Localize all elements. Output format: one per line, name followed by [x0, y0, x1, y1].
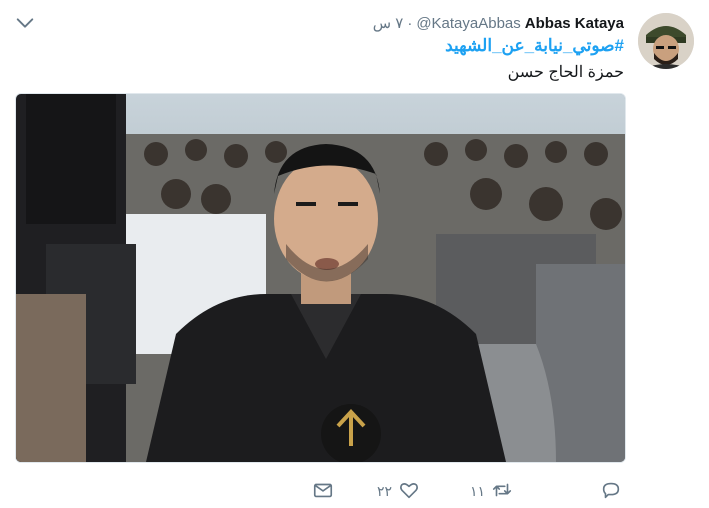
envelope-icon — [312, 479, 334, 504]
tweet-time[interactable]: ٧ س — [373, 14, 404, 32]
retweet-button[interactable]: ١١ — [470, 476, 513, 506]
dot-separator: · — [407, 14, 413, 32]
author-name[interactable]: Abbas Kataya — [525, 15, 624, 32]
hashtag-link[interactable]: #صوتي_نيابة_عن_الشهيد — [445, 36, 624, 56]
like-count: ٢٢ — [377, 482, 393, 499]
retweet-icon — [491, 479, 513, 504]
tweet-header: ٧ س · @KatayaAbbas Abbas Kataya — [373, 13, 624, 33]
like-button[interactable]: ٢٢ — [377, 476, 420, 506]
retweet-count: ١١ — [470, 482, 486, 499]
tweet-actions: ١١ ٢٢ — [0, 476, 709, 506]
reply-icon — [600, 479, 622, 504]
heart-icon — [398, 479, 420, 504]
tweet[interactable]: ٧ س · @KatayaAbbas Abbas Kataya #صوتي_ني… — [0, 0, 709, 508]
reply-button[interactable] — [600, 476, 622, 506]
chevron-down-icon[interactable] — [14, 12, 36, 34]
tweet-text: حمزة الحاج حسن — [507, 64, 624, 81]
author-handle[interactable]: @KatayaAbbas — [416, 15, 520, 32]
avatar[interactable] — [638, 13, 694, 69]
tweet-photo[interactable] — [15, 93, 626, 463]
photo-illustration — [16, 94, 625, 462]
message-button[interactable] — [312, 476, 334, 506]
